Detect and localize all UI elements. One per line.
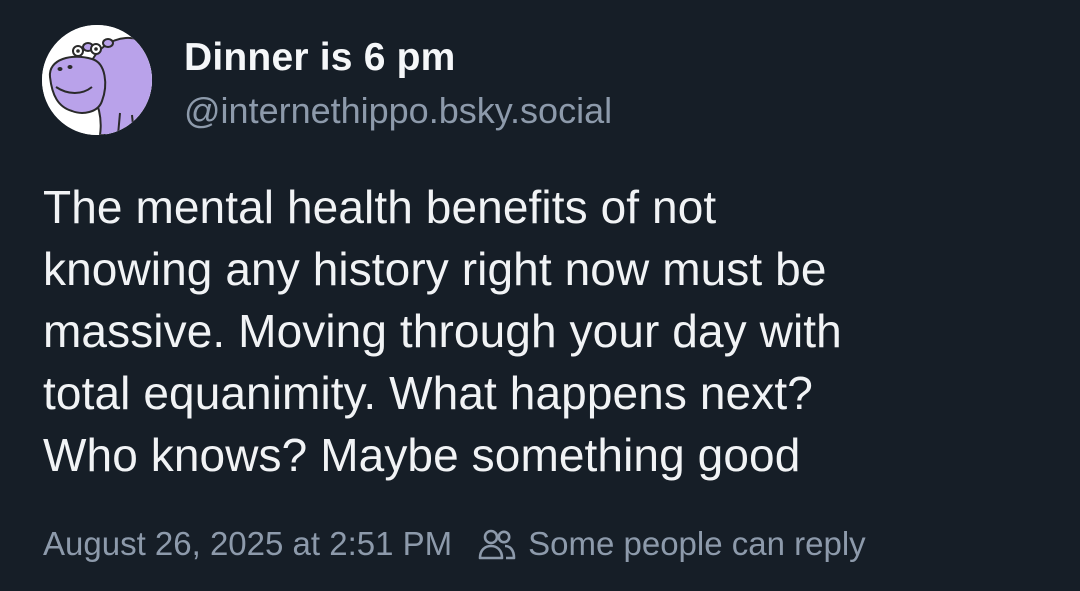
post-text-line: total equanimity. What happens next? <box>43 367 813 419</box>
author-display-name[interactable]: Dinner is 6 pm <box>184 36 456 80</box>
post-meta: August 26, 2025 at 2:51 PM Some people c… <box>43 522 866 566</box>
post-text: The mental health benefits of not knowin… <box>43 176 1053 486</box>
hippo-icon <box>42 25 152 135</box>
post-timestamp[interactable]: August 26, 2025 at 2:51 PM <box>43 525 452 563</box>
people-icon <box>478 527 516 561</box>
reply-setting-label: Some people can reply <box>528 525 866 562</box>
post-text-line: massive. Moving through your day with <box>43 305 842 357</box>
author-handle[interactable]: @internethippo.bsky.social <box>184 90 612 132</box>
reply-setting-button[interactable]: Some people can reply <box>478 525 866 563</box>
post-card: Dinner is 6 pm @internethippo.bsky.socia… <box>0 0 1080 591</box>
post-text-line: knowing any history right now must be <box>43 243 827 295</box>
post-text-line: Who knows? Maybe something good <box>43 429 801 481</box>
post-text-line: The mental health benefits of not <box>43 181 717 233</box>
author-avatar[interactable] <box>42 25 152 135</box>
